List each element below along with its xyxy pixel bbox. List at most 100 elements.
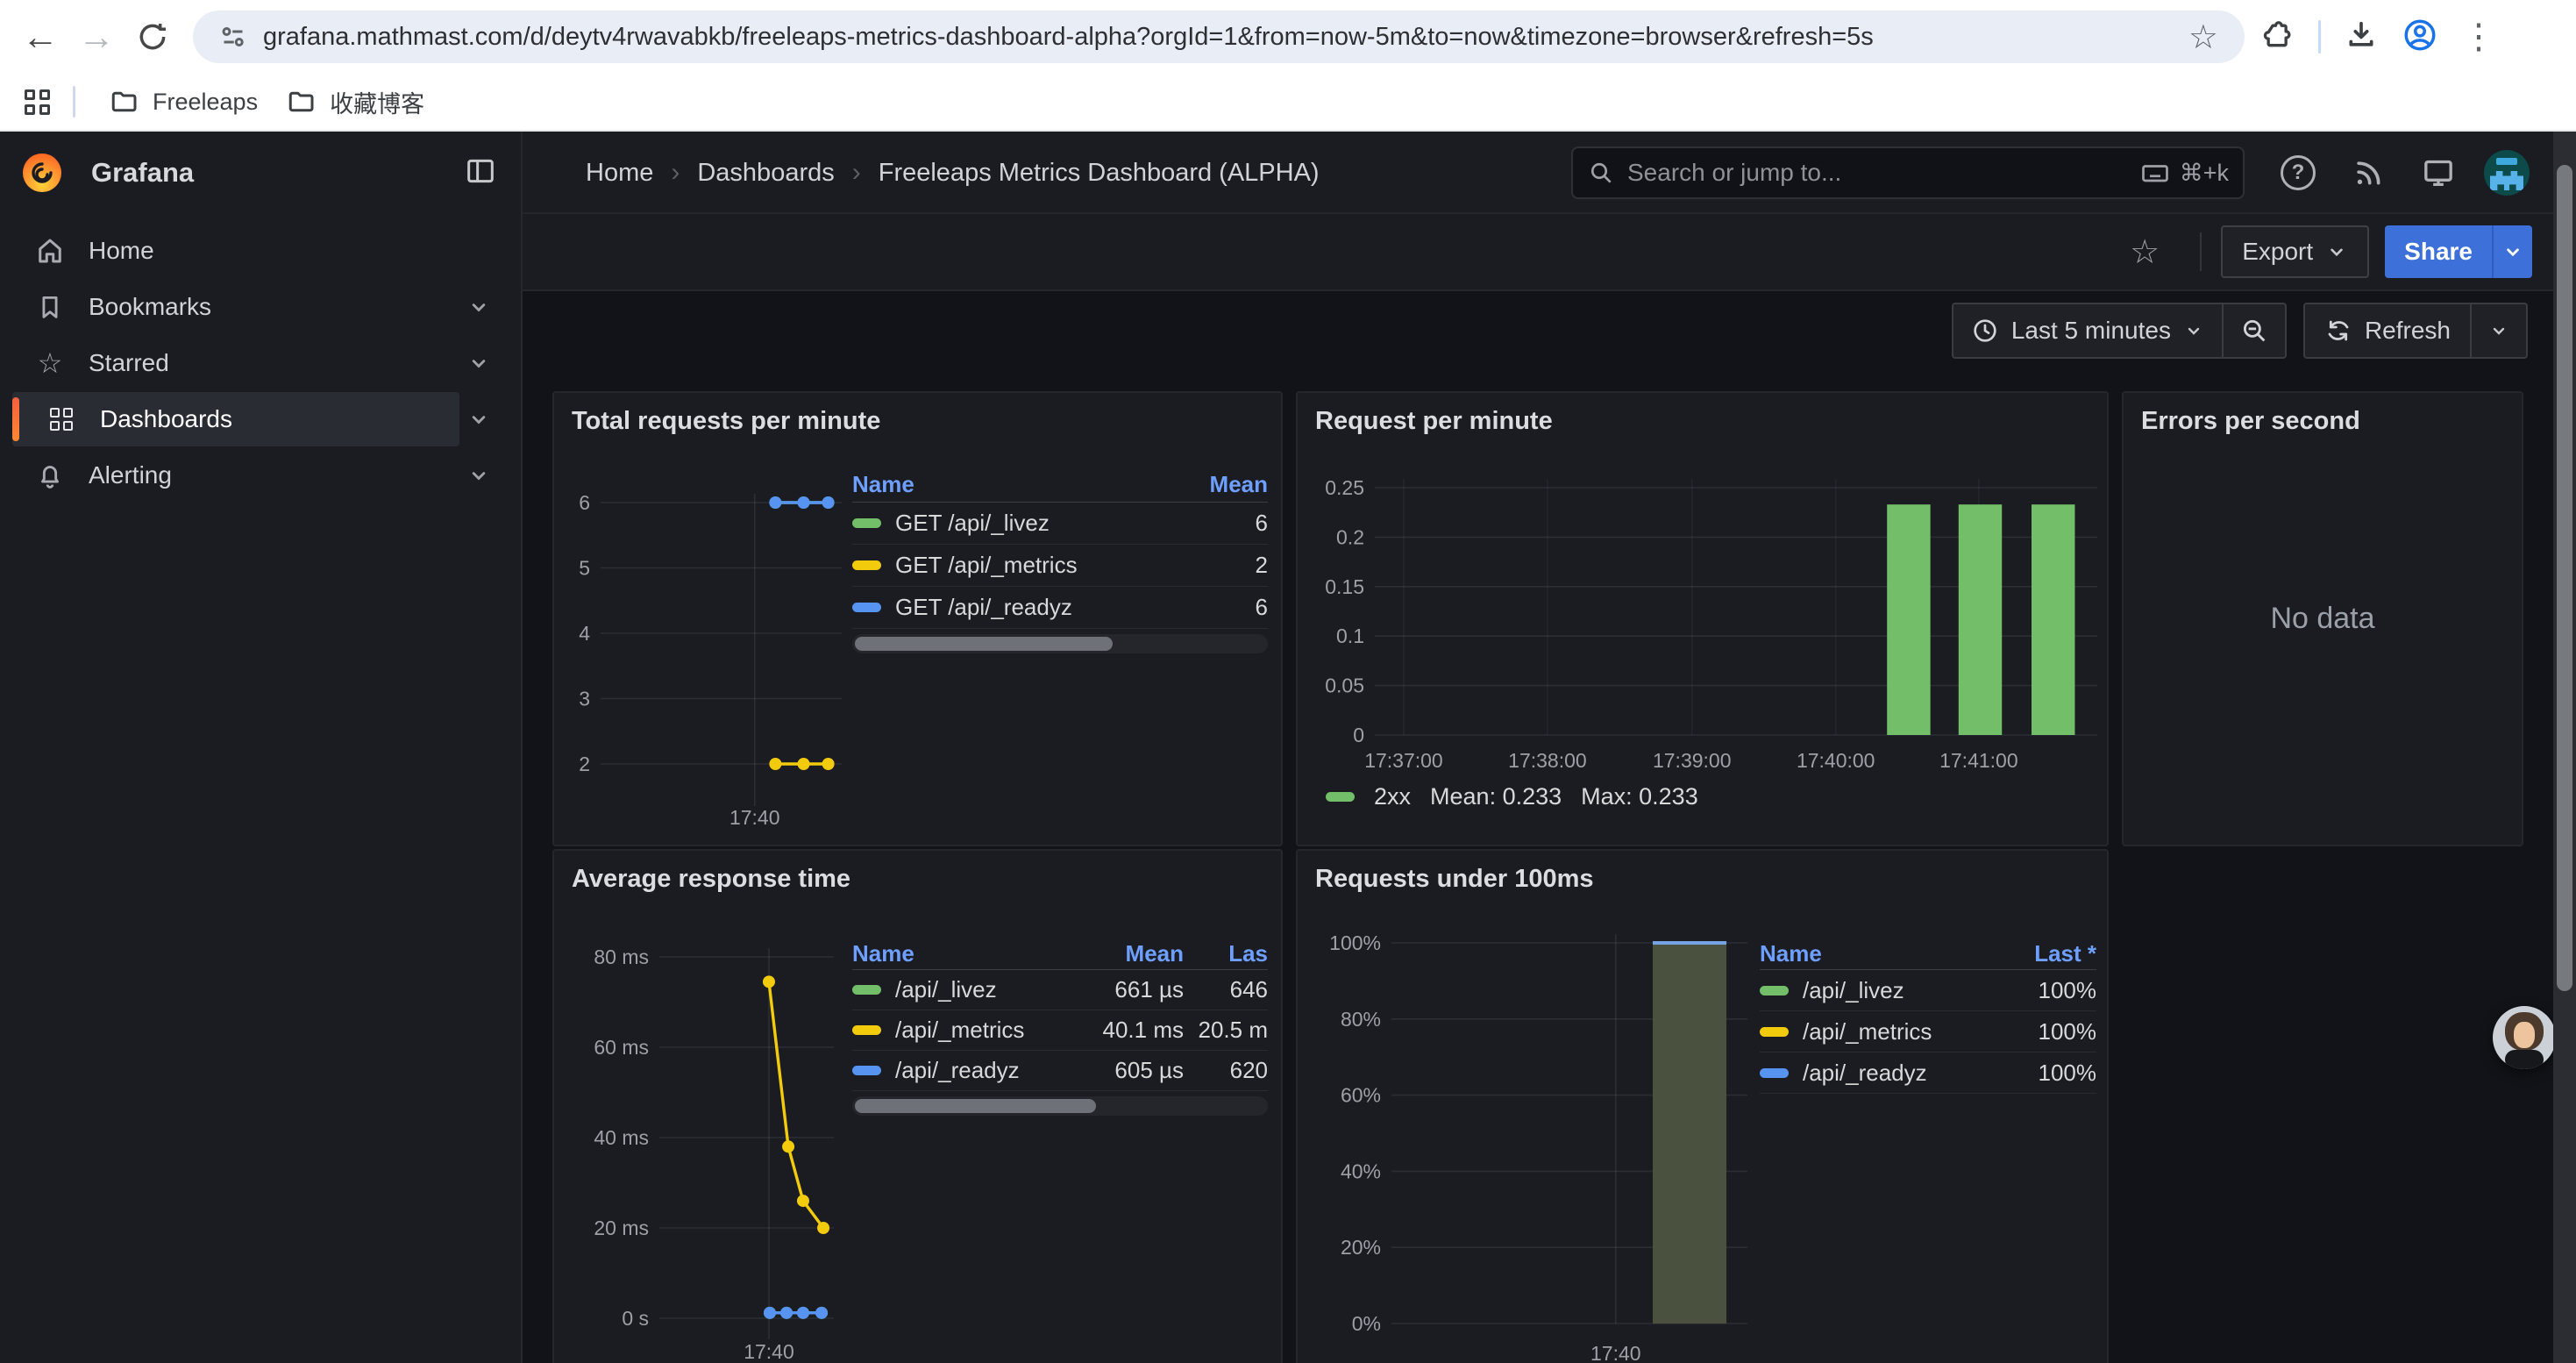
legend-value: 40.1 ms <box>1103 1017 1185 1044</box>
legend-series-name: /api/_metrics <box>895 1017 1024 1044</box>
favorite-star-icon[interactable]: ☆ <box>2130 232 2160 272</box>
sidebar-item-starred[interactable]: ☆ Starred <box>12 336 459 390</box>
chevron-down-icon[interactable] <box>459 407 498 432</box>
floating-avatar[interactable] <box>2493 1006 2556 1069</box>
browser-toolbar: ← → grafana.mathmast.com/d/deytv4rwavabk… <box>0 0 2576 74</box>
x-axis-label: 17:41:00 <box>1939 749 2018 772</box>
y-axis-label: 60% <box>1341 1084 1381 1107</box>
chevron-down-icon <box>2501 240 2524 263</box>
side-panel-icon[interactable] <box>25 89 50 115</box>
share-button[interactable]: Share <box>2385 225 2492 278</box>
chevron-down-icon[interactable] <box>459 295 498 319</box>
legend-row[interactable]: /api/_readyz605 µs620 <box>852 1051 1268 1091</box>
legend-header[interactable]: Name <box>852 471 914 498</box>
search-input[interactable]: Search or jump to... ⌘+k <box>1571 146 2245 199</box>
panel-title[interactable]: Total requests per minute <box>572 407 880 436</box>
browser-menu-icon[interactable]: ⋮ <box>2461 19 2496 54</box>
bookmark-folder-freeleaps[interactable]: Freeleaps <box>95 79 272 125</box>
legend-header[interactable]: Mean <box>1126 940 1184 967</box>
legend-scrollbar[interactable] <box>852 634 1268 653</box>
sidebar: Grafana Home <box>0 132 523 1363</box>
monitor-icon[interactable] <box>2416 151 2460 195</box>
browser-reload-icon[interactable] <box>125 9 181 65</box>
legend-header[interactable]: Last * <box>2034 940 2096 967</box>
profile-icon[interactable] <box>2402 17 2438 58</box>
refresh-button[interactable]: Refresh <box>2305 317 2470 345</box>
legend-row[interactable]: /api/_metrics100% <box>1760 1011 2096 1053</box>
refresh-interval-button[interactable] <box>2472 320 2526 341</box>
extensions-icon[interactable] <box>2260 18 2295 57</box>
panel-title[interactable]: Request per minute <box>1315 407 1553 436</box>
legend-header[interactable]: Name <box>1760 940 1822 967</box>
download-icon[interactable] <box>2344 18 2379 57</box>
x-axis-label: 17:40:00 <box>1797 749 1875 772</box>
legend-row[interactable]: GET /api/_readyz6 <box>852 587 1268 629</box>
legend-value: 661 µs <box>1114 976 1184 1003</box>
search-placeholder: Search or jump to... <box>1627 159 2139 187</box>
zoom-out-button[interactable] <box>2224 316 2285 346</box>
legend-row[interactable]: /api/_metrics40.1 ms20.5 m <box>852 1010 1268 1051</box>
legend-header[interactable]: Las <box>1228 940 1268 967</box>
series-color-pill <box>852 603 881 612</box>
refresh-group: Refresh <box>2303 303 2528 359</box>
sidebar-item-label: Alerting <box>89 461 172 489</box>
home-icon <box>32 235 68 267</box>
legend-value: 605 µs <box>1114 1057 1184 1084</box>
series-color-pill <box>852 985 881 995</box>
legend-header[interactable]: Name <box>852 940 914 967</box>
panel-title[interactable]: Average response time <box>572 865 850 894</box>
share-group: Share <box>2385 225 2532 278</box>
legend-row[interactable]: /api/_readyz100% <box>1760 1053 2096 1094</box>
refresh-icon <box>2324 317 2352 345</box>
legend-header[interactable]: Mean <box>1210 471 1268 498</box>
chevron-down-icon[interactable] <box>459 463 498 488</box>
legend-row[interactable]: GET /api/_metrics2 <box>852 545 1268 587</box>
news-rss-icon[interactable] <box>2346 151 2390 195</box>
sidebar-item-alerting[interactable]: Alerting <box>12 448 459 503</box>
sidebar-item-bookmarks[interactable]: Bookmarks <box>12 280 459 334</box>
x-axis-label: 17:39:00 <box>1653 749 1732 772</box>
legend-value: 100% <box>2039 1060 2097 1087</box>
x-axis-label: 17:38:00 <box>1508 749 1587 772</box>
chevron-down-icon <box>2488 320 2509 341</box>
browser-forward-icon[interactable]: → <box>68 9 125 65</box>
share-menu-button[interactable] <box>2492 225 2532 278</box>
bookmark-folder-blogs[interactable]: 收藏博客 <box>272 78 438 126</box>
grafana-logo-icon[interactable] <box>23 153 61 192</box>
breadcrumb-dashboards[interactable]: Dashboards <box>697 159 834 188</box>
panel-total-requests: Total requests per minute 6543217:40 Nam… <box>552 391 1283 846</box>
under-100ms-chart: 100%80%60%40%20%0%17:40 <box>1315 934 1754 1363</box>
breadcrumb-home[interactable]: Home <box>586 159 653 188</box>
legend-value: 2 <box>1256 552 1268 579</box>
folder-icon <box>109 86 140 118</box>
x-axis-label: 17:40 <box>1590 1342 1641 1363</box>
legend-scrollbar[interactable] <box>852 1096 1268 1116</box>
legend-row[interactable]: GET /api/_livez6 <box>852 503 1268 545</box>
brand-name: Grafana <box>91 157 463 189</box>
bookmark-star-icon[interactable]: ☆ <box>2188 18 2218 57</box>
legend-row[interactable]: /api/_livez661 µs646 <box>852 970 1268 1010</box>
site-settings-icon[interactable] <box>216 19 251 54</box>
scrollbar-thumb[interactable] <box>2557 165 2572 991</box>
legend-row[interactable]: /api/_livez100% <box>1760 970 2096 1011</box>
time-range-picker[interactable]: Last 5 minutes <box>1953 317 2222 345</box>
y-axis-label: 2 <box>579 753 590 775</box>
time-range-group: Last 5 minutes <box>1952 303 2287 359</box>
sidebar-item-dashboards[interactable]: Dashboards <box>12 392 459 446</box>
chevron-down-icon <box>2183 320 2204 341</box>
time-controls: Last 5 minutes Refresh <box>1952 303 2528 359</box>
browser-back-icon[interactable]: ← <box>12 9 68 65</box>
sidebar-toggle-icon[interactable] <box>463 153 498 193</box>
sidebar-item-home[interactable]: Home <box>12 224 459 278</box>
user-avatar[interactable] <box>2484 150 2530 196</box>
help-icon[interactable]: ? <box>2276 151 2320 195</box>
y-axis-label: 0.05 <box>1325 674 1364 697</box>
export-button[interactable]: Export <box>2221 225 2369 278</box>
series-color-pill <box>1326 792 1355 802</box>
panel-title[interactable]: Requests under 100ms <box>1315 865 1594 894</box>
sidebar-item-label: Dashboards <box>100 405 232 433</box>
url-bar[interactable]: grafana.mathmast.com/d/deytv4rwavabkb/fr… <box>193 11 2245 63</box>
series-legend[interactable]: 2xx Mean: 0.233 Max: 0.233 <box>1326 783 1698 810</box>
chevron-down-icon[interactable] <box>459 351 498 375</box>
legend-table: Name Mean GET /api/_livez6GET /api/_metric… <box>852 467 1268 653</box>
